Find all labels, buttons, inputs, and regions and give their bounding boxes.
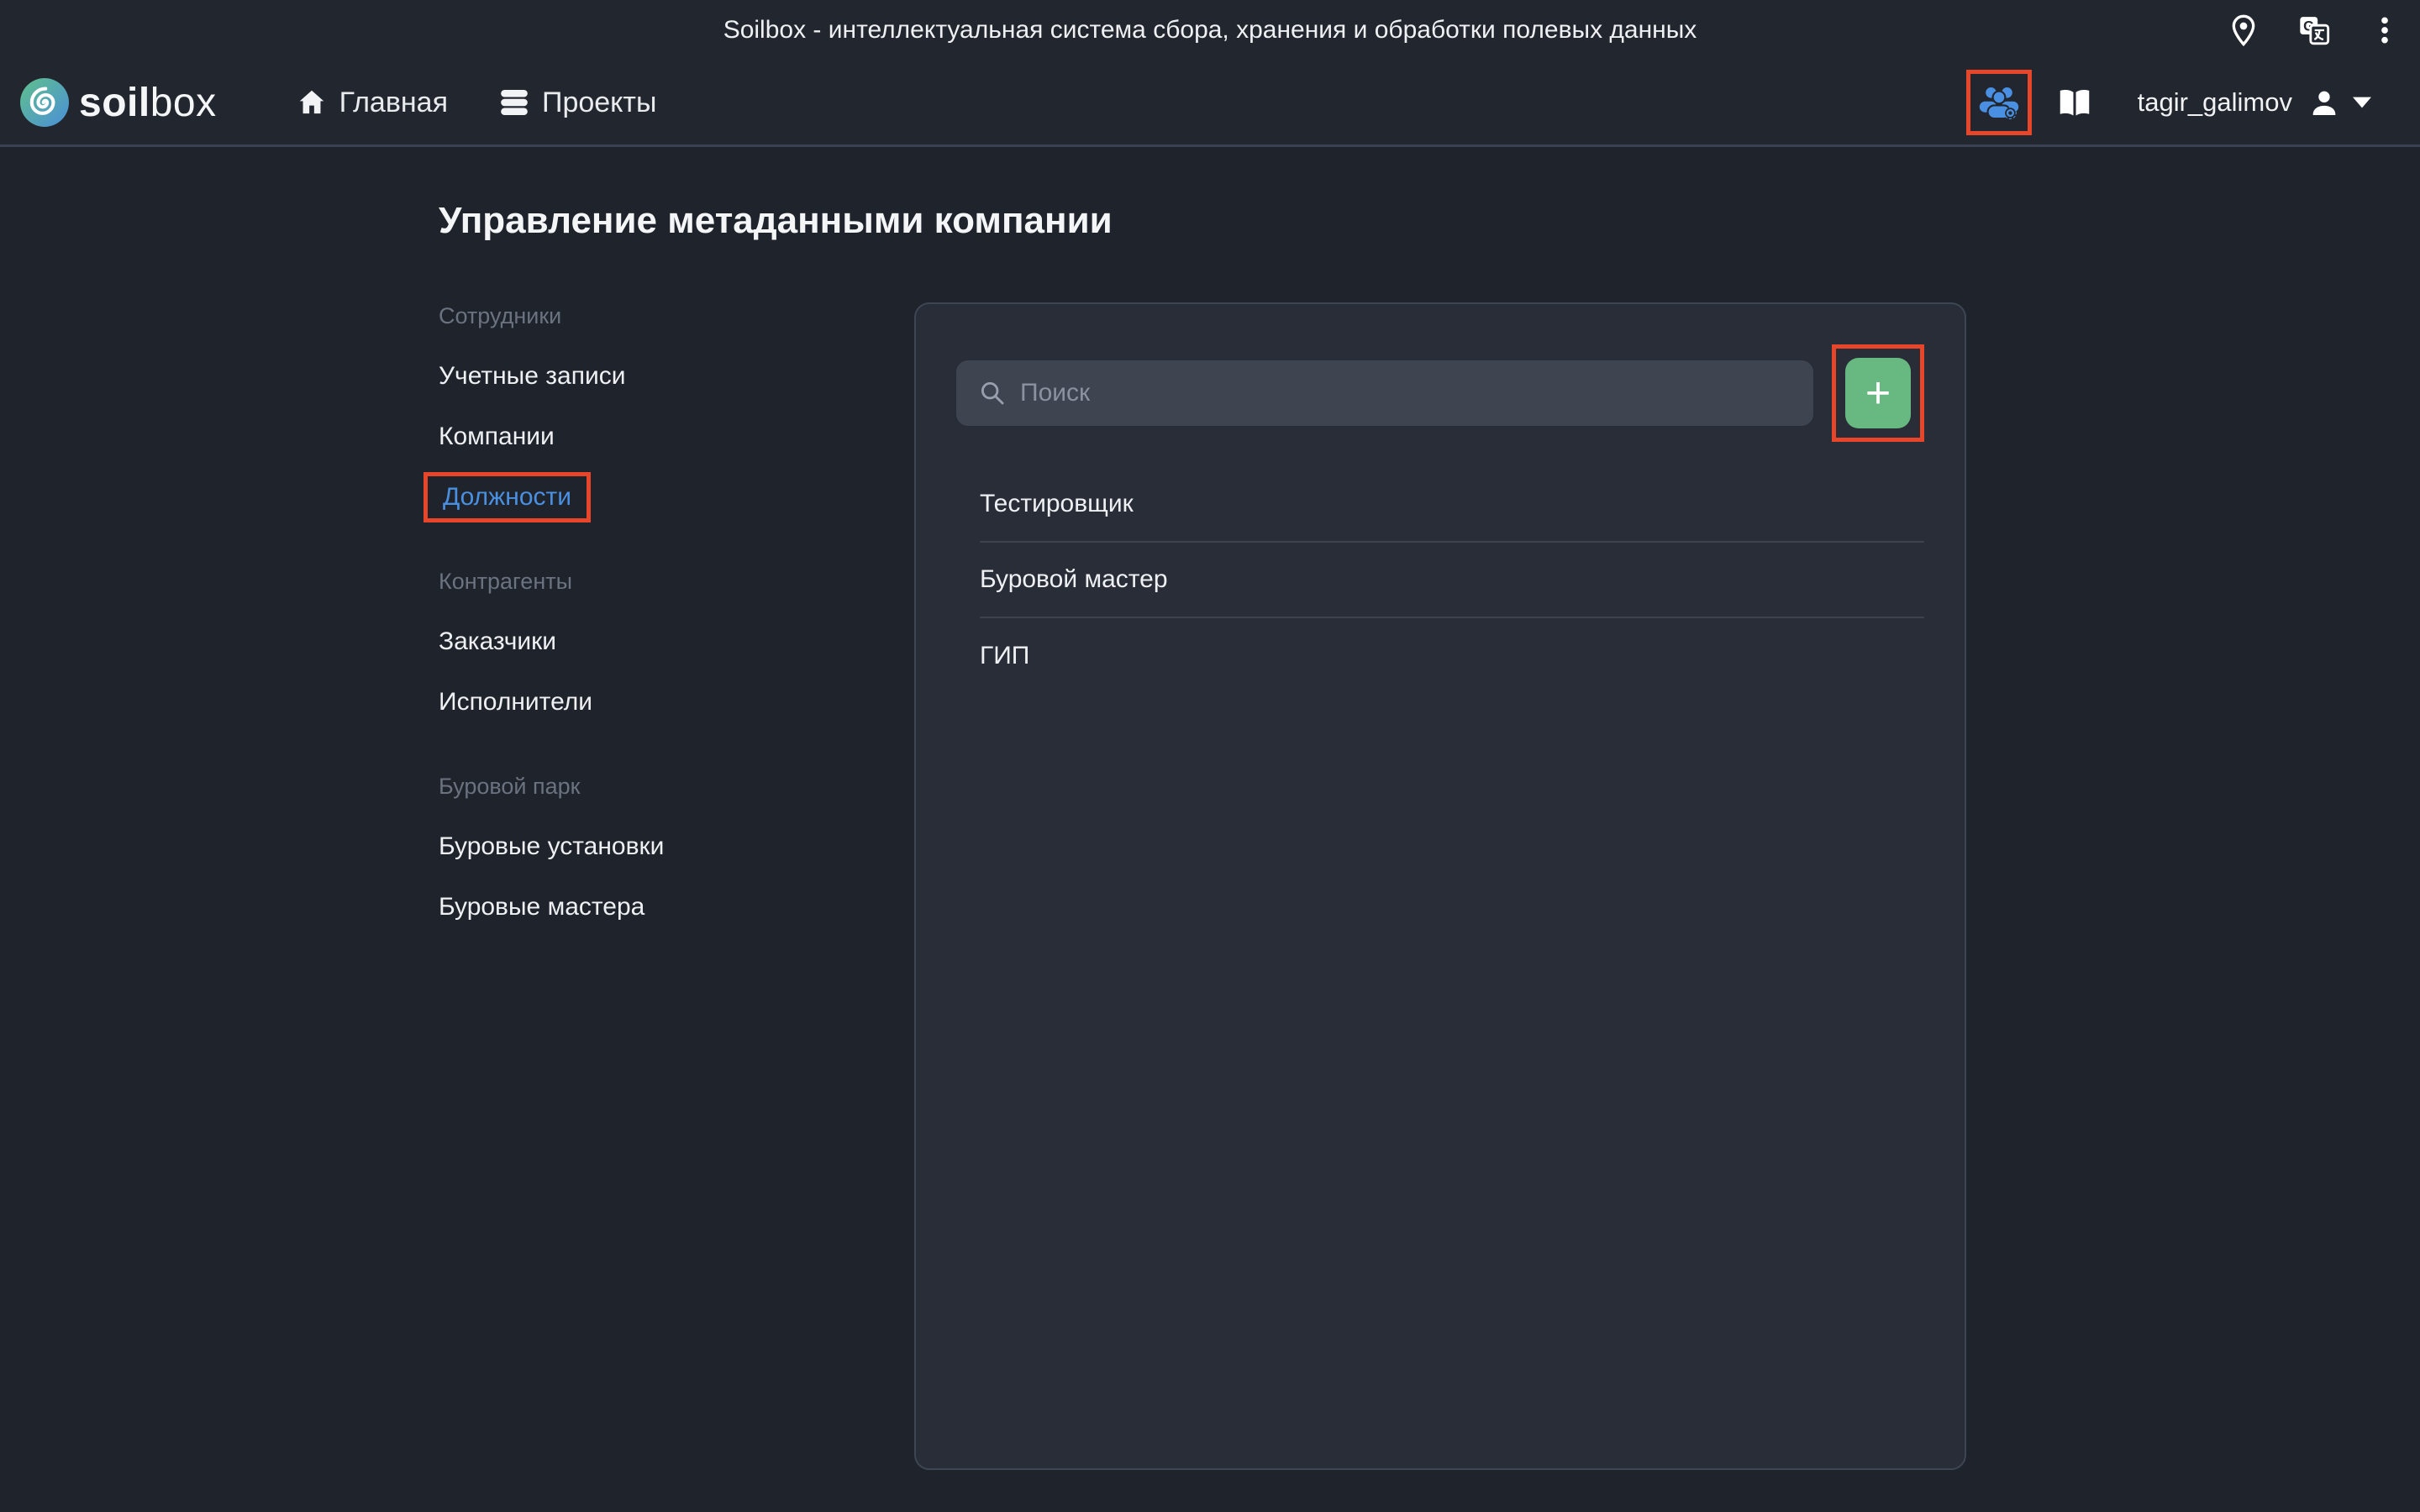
positions-panel: + Тестировщик Буровой мастер ГИП xyxy=(914,302,1966,1470)
sidebar-item-positions-label: Должности xyxy=(443,483,571,512)
soilbox-logo-icon xyxy=(20,78,69,127)
brand-bold: soil xyxy=(79,81,150,125)
sidebar-item-drilling-rigs[interactable]: Буровые установки xyxy=(439,816,741,877)
sidebar-section-drilling-fleet: Буровой парк xyxy=(439,756,741,816)
page-title: Управление метаданными компании xyxy=(439,200,1113,242)
user-menu[interactable]: tagir_galimov xyxy=(2094,86,2371,119)
add-button-highlight-box: + xyxy=(1832,344,1924,442)
list-item-drill-master[interactable]: Буровой мастер xyxy=(980,543,1924,618)
location-pin-icon[interactable] xyxy=(2227,13,2260,47)
search-field-wrap xyxy=(956,360,1813,426)
users-admin-highlight-box xyxy=(1966,70,2032,135)
chevron-down-icon xyxy=(2353,97,2371,108)
list-item-tester[interactable]: Тестировщик xyxy=(980,467,1924,543)
brand-logo-link[interactable]: soilbox xyxy=(20,78,217,127)
positions-highlight-box: Должности xyxy=(424,472,591,522)
kebab-menu-icon[interactable] xyxy=(2368,13,2402,47)
plus-icon: + xyxy=(1865,371,1891,415)
search-icon xyxy=(978,379,1007,407)
metadata-sidebar: Сотрудники Учетные записи Компании Должн… xyxy=(439,286,741,937)
person-icon xyxy=(2307,86,2341,119)
list-item-gip[interactable]: ГИП xyxy=(980,618,1924,694)
sidebar-item-positions[interactable]: Должности xyxy=(439,467,741,528)
app-header: Soilbox - интеллектуальная система сбора… xyxy=(0,0,2420,147)
title-bar: Soilbox - интеллектуальная система сбора… xyxy=(0,0,2420,60)
nav-right: tagir_galimov xyxy=(1966,70,2371,135)
nav-item-projects[interactable]: Проекты xyxy=(498,87,656,119)
sidebar-section-counterparties: Контрагенты xyxy=(439,551,741,612)
search-input[interactable] xyxy=(956,360,1813,426)
brand-light: box xyxy=(150,81,217,125)
app-title: Soilbox - интеллектуальная система сбора… xyxy=(0,0,2420,60)
search-row: + xyxy=(956,344,1924,442)
sidebar-item-customers[interactable]: Заказчики xyxy=(439,612,741,672)
add-position-button[interactable]: + xyxy=(1845,358,1911,428)
sidebar-section-employees: Сотрудники xyxy=(439,286,741,346)
soilbox-app: Soilbox - интеллектуальная система сбора… xyxy=(0,0,2420,1512)
nav-item-home[interactable]: Главная xyxy=(296,87,448,119)
nav-projects-label: Проекты xyxy=(542,87,656,119)
nav-bar: soilbox Главная Проекты xyxy=(0,60,2420,144)
nav-home-label: Главная xyxy=(339,87,448,119)
users-settings-icon[interactable] xyxy=(1977,81,2021,124)
translate-icon[interactable]: G xyxy=(2297,13,2331,47)
home-icon xyxy=(296,87,328,118)
docs-book-icon[interactable] xyxy=(2055,83,2094,122)
sidebar-item-drilling-masters[interactable]: Буровые мастера xyxy=(439,877,741,937)
sidebar-item-companies[interactable]: Компании xyxy=(439,407,741,467)
titlebar-icons: G xyxy=(2227,0,2402,60)
brand-wordmark: soilbox xyxy=(79,80,217,126)
sidebar-item-contractors[interactable]: Исполнители xyxy=(439,672,741,732)
username: tagir_galimov xyxy=(2138,87,2292,118)
sidebar-item-accounts[interactable]: Учетные записи xyxy=(439,346,741,407)
positions-list: Тестировщик Буровой мастер ГИП xyxy=(980,467,1924,694)
projects-stack-icon xyxy=(498,87,530,118)
